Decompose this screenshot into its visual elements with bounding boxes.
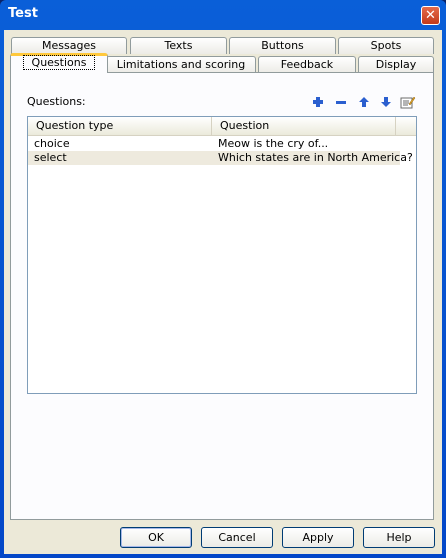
edit-icon[interactable]: [400, 95, 416, 109]
tab-label: Questions: [22, 55, 96, 70]
tab-spots[interactable]: Spots: [338, 37, 434, 54]
column-header-question[interactable]: Question: [212, 117, 396, 135]
tab-limitations-and-scoring[interactable]: Limitations and scoring: [106, 56, 256, 73]
question-cell: Which states are in North America?: [218, 151, 413, 164]
tab-label: Feedback: [280, 58, 334, 71]
column-header-question-type[interactable]: Question type: [28, 117, 212, 135]
table-row-selected[interactable]: select Which states are in North America…: [28, 151, 413, 165]
question-cell: Meow is the cry of...: [218, 137, 329, 150]
table-row[interactable]: choice Meow is the cry of...: [28, 137, 400, 151]
tab-questions[interactable]: Questions: [10, 53, 108, 73]
help-button[interactable]: Help: [363, 527, 435, 548]
close-button[interactable]: ✕: [421, 6, 440, 25]
add-icon[interactable]: [311, 95, 325, 109]
dialog-window: Test ✕ Messages Texts Buttons Spots Ques…: [0, 0, 446, 558]
ok-button[interactable]: OK: [120, 527, 192, 548]
close-icon: ✕: [425, 8, 436, 23]
tab-label: Texts: [164, 39, 193, 52]
tab-label: Buttons: [261, 39, 304, 52]
questions-list[interactable]: Question type Question choice Meow is th…: [27, 116, 417, 394]
questions-label: Questions:: [27, 95, 86, 108]
remove-icon[interactable]: [334, 95, 348, 109]
window-title: Test: [8, 6, 38, 21]
apply-button[interactable]: Apply: [282, 527, 354, 548]
tab-messages[interactable]: Messages: [11, 37, 127, 54]
list-header: Question type Question: [28, 117, 416, 136]
question-type-cell: select: [34, 151, 67, 164]
title-bar[interactable]: Test ✕: [0, 0, 446, 30]
tab-label: Display: [375, 58, 417, 71]
move-down-icon[interactable]: [379, 95, 393, 109]
tab-texts[interactable]: Texts: [130, 37, 227, 54]
tab-feedback[interactable]: Feedback: [258, 56, 356, 73]
tab-buttons[interactable]: Buttons: [229, 37, 336, 54]
dialog-client-area: Messages Texts Buttons Spots Questions L…: [4, 30, 442, 554]
tab-display[interactable]: Display: [358, 56, 434, 73]
cancel-button[interactable]: Cancel: [201, 527, 273, 548]
question-type-cell: choice: [34, 137, 70, 150]
tab-label: Limitations and scoring: [116, 58, 246, 71]
tab-label: Spots: [370, 39, 402, 52]
move-up-icon[interactable]: [357, 95, 371, 109]
tab-label: Messages: [42, 39, 96, 52]
questions-panel: Questions: Question type Question choice…: [10, 72, 434, 520]
